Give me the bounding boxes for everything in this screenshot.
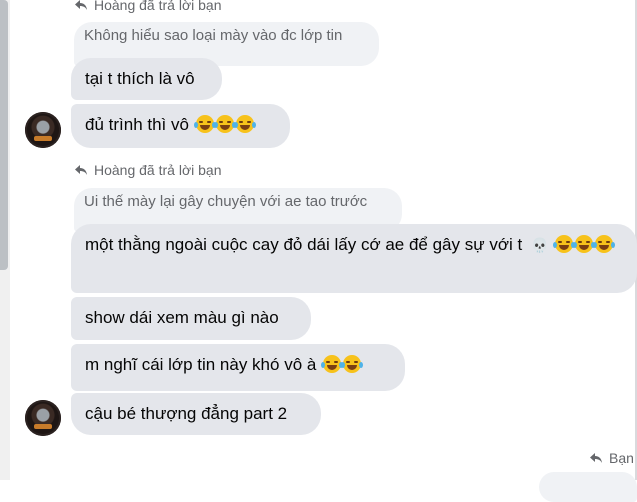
message-bubble[interactable]: tại t thích là vô <box>71 58 222 100</box>
message-bubble[interactable]: cậu bé thượng đẳng part 2 <box>71 393 321 435</box>
message-text: m nghĩ cái lớp tin này khó vô à <box>85 355 317 374</box>
reply-label: Bạn <box>589 450 634 466</box>
reply-label: Hoàng đã trả lời bạn <box>74 162 221 178</box>
scrollbar-track[interactable] <box>0 0 10 480</box>
message-text: cậu bé thượng đẳng part 2 <box>85 404 288 423</box>
face-with-tears-of-joy-icon <box>321 355 344 373</box>
face-with-tears-of-joy-icon <box>341 355 364 373</box>
message-bubble[interactable]: đủ trình thì vô <box>71 104 290 148</box>
reply-arrow-icon <box>75 165 87 175</box>
message-text: một thằng ngoài cuộc cay đỏ dái lấy cớ a… <box>85 235 523 254</box>
message-text: show dái xem màu gì nào <box>85 308 279 327</box>
face-with-tears-of-joy-icon <box>213 115 236 133</box>
reply-label: Hoàng đã trả lời bạn <box>74 0 221 13</box>
quoted-text: Không hiểu sao loại mày vào đc lớp tin <box>84 27 343 44</box>
reply-label-text: Hoàng đã trả lời bạn <box>94 0 222 13</box>
message-text: tại t thích là vô <box>85 69 195 88</box>
quoted-text: Ui thế mày lại gây chuyện với ae tao trư… <box>84 193 368 210</box>
message-bubble[interactable]: show dái xem màu gì nào <box>71 297 311 340</box>
face-with-tears-of-joy-icon <box>553 235 576 253</box>
message-text: đủ trình thì vô <box>85 115 189 134</box>
reply-arrow-icon <box>590 453 602 463</box>
message-bubble[interactable]: một thằng ngoài cuộc cay đỏ dái lấy cớ a… <box>71 224 637 293</box>
reply-label-text: Bạn <box>609 450 634 466</box>
avatar[interactable] <box>25 400 61 436</box>
message-bubble[interactable]: m nghĩ cái lớp tin này khó vô à <box>71 344 405 391</box>
quoted-message[interactable] <box>539 472 637 502</box>
face-with-tears-of-joy-icon <box>233 115 256 133</box>
avatar[interactable] <box>25 112 61 148</box>
reply-arrow-icon <box>75 0 87 10</box>
face-with-tears-of-joy-icon <box>573 235 596 253</box>
face-with-tears-of-joy-icon <box>593 235 616 253</box>
reply-label-text: Hoàng đã trả lời bạn <box>94 162 222 178</box>
scrollbar-thumb[interactable] <box>0 0 8 270</box>
face-with-tears-of-joy-icon <box>193 115 216 133</box>
skull-icon: 💀 <box>530 237 549 253</box>
